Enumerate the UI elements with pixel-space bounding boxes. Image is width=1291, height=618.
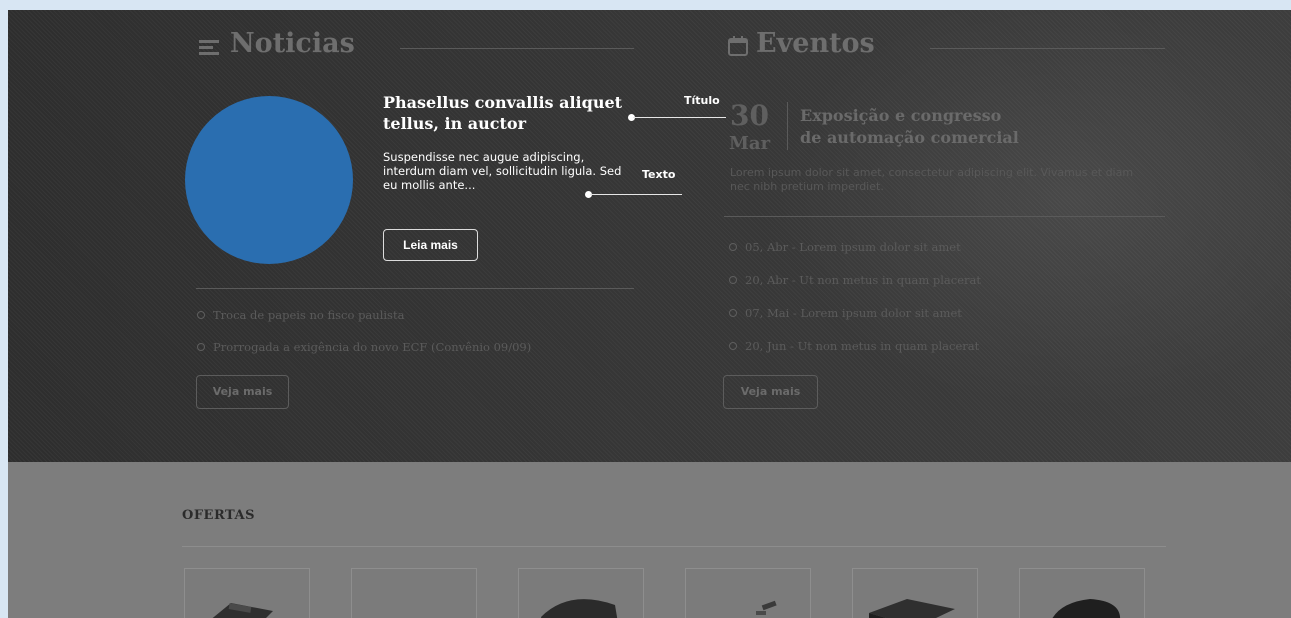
- list-bullet-icon: [197, 311, 205, 319]
- events-title-rule: [930, 48, 1165, 49]
- event-featured-text: Lorem ipsum dolor sit amet, consectetur …: [730, 166, 1134, 193]
- list-bullet-icon: [729, 342, 737, 350]
- product-card-1[interactable]: [184, 568, 310, 618]
- event-featured-title-line1[interactable]: Exposição e congresso: [800, 105, 1001, 126]
- event-list-item[interactable]: 20, Jun - Ut non metus in quam placerat: [729, 339, 979, 353]
- event-featured-month: Mar: [729, 133, 771, 154]
- scale-icon: [869, 599, 955, 618]
- annotation-text-label: Texto: [642, 168, 676, 181]
- barcode-scanner-icon: [756, 600, 777, 615]
- event-date-separator: [787, 102, 788, 150]
- news-section-icon: [197, 38, 223, 58]
- annotation-text-line: [590, 194, 682, 195]
- event-featured-title-line2[interactable]: de automação comercial: [800, 127, 1019, 148]
- product-card-4[interactable]: [685, 568, 811, 618]
- events-see-more-button[interactable]: Veja mais: [723, 375, 818, 409]
- annotation-title-line: [633, 117, 726, 118]
- product-card-3[interactable]: [518, 568, 644, 618]
- event-list-item[interactable]: 05, Abr - Lorem ipsum dolor sit amet: [729, 240, 961, 254]
- offers-section-title: OFERTAS: [182, 508, 255, 523]
- annotation-title-label: Título: [684, 94, 720, 107]
- news-section-title: Noticias: [230, 28, 355, 59]
- news-image-placeholder[interactable]: [185, 96, 353, 264]
- event-list-item[interactable]: 07, Mai - Lorem ipsum dolor sit amet: [729, 306, 962, 320]
- events-divider: [724, 216, 1165, 217]
- payment-terminal-icon: [541, 599, 618, 618]
- list-bullet-icon: [729, 276, 737, 284]
- card-terminal-icon: [212, 603, 273, 618]
- read-more-button[interactable]: Leia mais: [383, 229, 478, 261]
- events-section-icon: [726, 34, 750, 58]
- news-list-item[interactable]: Troca de papeis no fisco paulista: [197, 308, 404, 322]
- events-section-title: Eventos: [756, 28, 875, 59]
- list-bullet-icon: [729, 243, 737, 251]
- news-divider: [196, 288, 634, 289]
- news-headline[interactable]: Phasellus convallis aliquet tellus, in a…: [383, 92, 628, 134]
- product-card-5[interactable]: [852, 568, 978, 618]
- event-list-item[interactable]: 20, Abr - Ut non metus in quam placerat: [729, 273, 981, 287]
- list-bullet-icon: [197, 343, 205, 351]
- product-card-2[interactable]: [351, 568, 477, 618]
- product-card-6[interactable]: [1019, 568, 1145, 618]
- news-see-more-button[interactable]: Veja mais: [196, 375, 289, 409]
- page-frame: Noticias Phasellus convallis aliquet tel…: [8, 10, 1291, 618]
- offers-divider: [182, 546, 1166, 547]
- news-list-item[interactable]: Prorrogada a exigência do novo ECF (Conv…: [197, 340, 531, 354]
- event-featured-day: 30: [730, 99, 769, 132]
- list-bullet-icon: [729, 309, 737, 317]
- news-title-rule: [400, 48, 634, 49]
- news-body-text: Suspendisse nec augue adipiscing, interd…: [383, 150, 622, 192]
- receipt-printer-icon: [1052, 599, 1120, 618]
